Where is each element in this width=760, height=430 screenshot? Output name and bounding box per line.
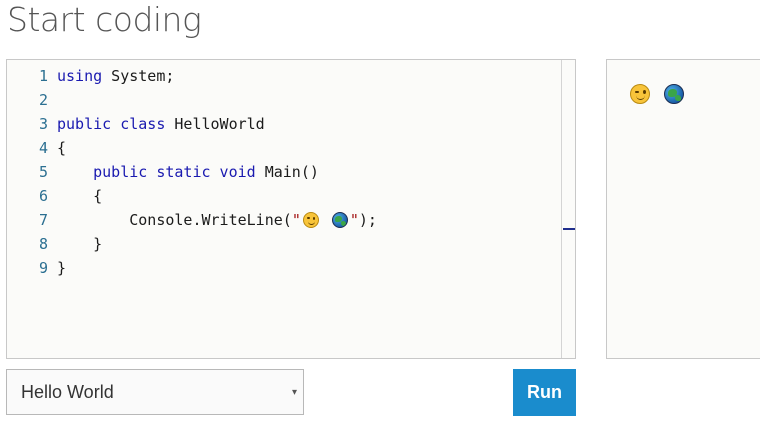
line-source: public class HelloWorld [57,112,265,136]
line-number: 5 [38,163,48,181]
code-token: Console.WriteLine( [57,211,292,229]
line-number: 8 [38,235,48,253]
sample-select-value: Hello World [21,381,114,402]
face-eye [643,90,646,94]
line-source: } [57,256,66,280]
keyword-token: using [57,67,103,85]
code-line[interactable]: 8 } [7,232,557,256]
code-token: { [57,139,67,157]
code-line[interactable]: 5 public static void Main() [7,160,557,184]
globe-emoji-icon [664,84,684,104]
chevron-down-icon: ▾ [291,387,297,398]
code-line[interactable]: 4{ [7,136,557,160]
code-editor[interactable]: 1 using System; 2 3 public class HelloWorld 4… [6,59,576,359]
wink-face-emoji-icon [630,84,650,104]
code-line[interactable]: 6 { [7,184,557,208]
code-line[interactable]: 3 public class HelloWorld [7,112,557,136]
line-number: 3 [38,115,48,133]
wink-face-emoji-icon [302,212,319,228]
code-token: { [57,187,103,205]
line-source: } [57,232,102,256]
code-line[interactable]: 9} [7,256,557,280]
keyword-token: public class [57,115,166,133]
line-number: 1 [38,67,48,85]
editor-scrollbar-divider [561,60,562,358]
code-line[interactable]: 2 [7,88,557,112]
line-source: public static void Main() [57,160,319,184]
line-source: { [57,136,66,160]
code-token: System; [102,67,175,85]
output-panel [606,59,760,359]
scroll-position-marker[interactable] [563,228,575,230]
line-source: { [57,184,102,208]
code-line[interactable]: 1 using System; [7,64,557,88]
code-token: ); [358,211,377,229]
sample-select[interactable]: Hello World ▾ [6,369,304,415]
code-token: } [57,235,103,253]
code-token: HelloWorld [165,115,265,133]
code-token: Main() [255,163,319,181]
line-number: 7 [38,211,48,229]
line-number: 6 [38,187,48,205]
line-number: 9 [38,259,48,277]
output-text [628,84,696,104]
face-eye [312,217,316,220]
code-line[interactable]: 7 Console.WriteLine(" "); [7,208,557,232]
string-token: " [291,211,301,229]
globe-emoji-icon [331,212,348,228]
code-lines[interactable]: 1 using System; 2 3 public class HelloWorld 4… [7,64,557,280]
keyword-token: public static void [57,163,256,181]
code-token: } [57,259,67,277]
page-title: Start coding [7,0,202,39]
line-source: using System; [57,64,174,88]
string-token: " [349,211,359,229]
run-button[interactable]: Run [513,369,576,416]
line-number: 4 [38,139,48,157]
line-source: Console.WriteLine(" "); [57,208,377,232]
line-number: 2 [38,91,48,109]
